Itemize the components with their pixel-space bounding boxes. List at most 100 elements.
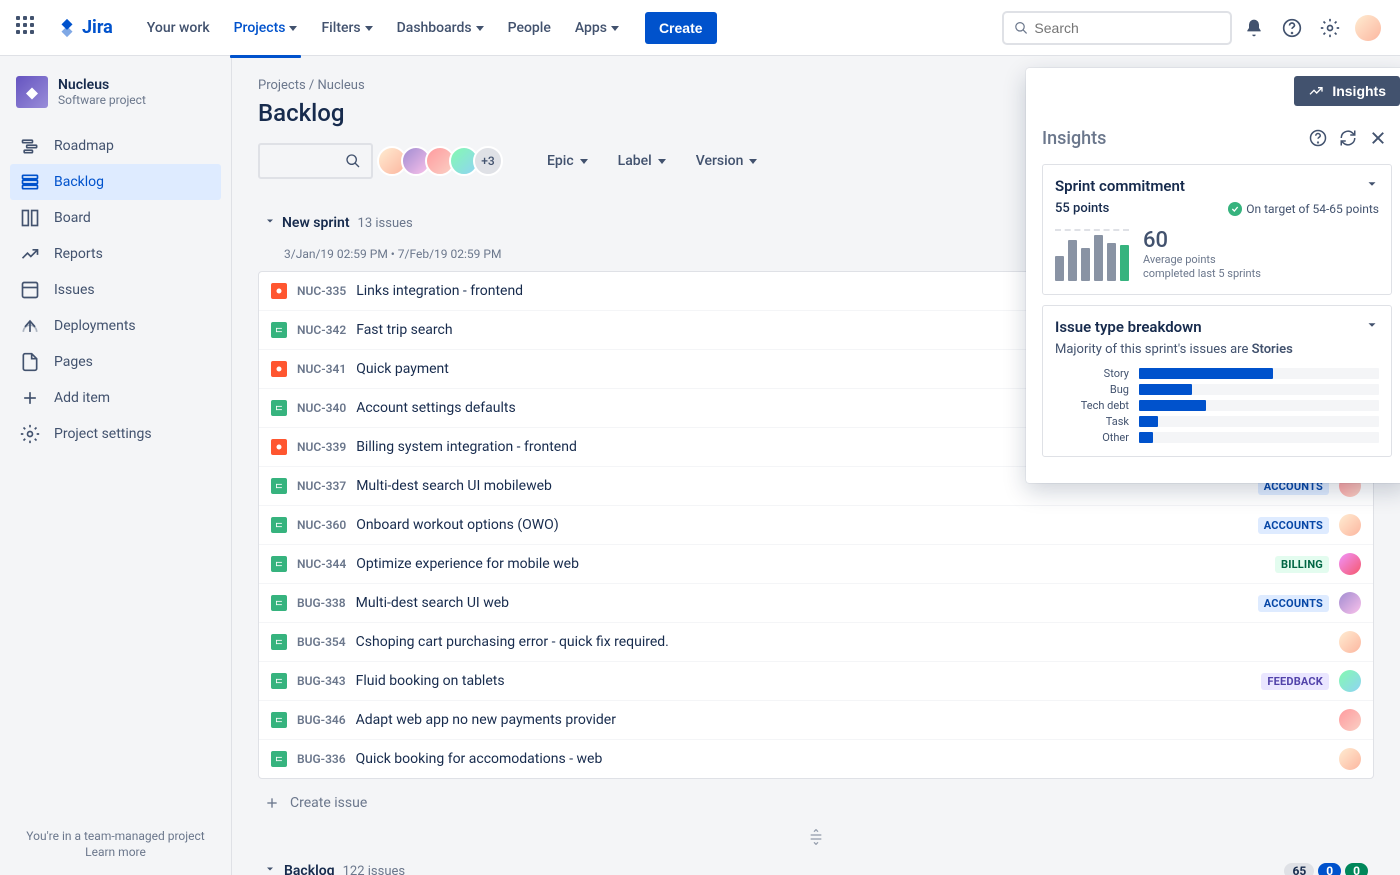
close-icon[interactable] <box>1364 124 1392 152</box>
sidebar-item-board[interactable]: Board <box>10 200 221 236</box>
nav-projects[interactable]: Projects <box>224 12 308 44</box>
issue-row[interactable]: BUG-346 Adapt web app no new payments pr… <box>259 701 1373 740</box>
points-text: 55 points <box>1055 201 1109 216</box>
issue-row[interactable]: BUG-336 Quick booking for accomodations … <box>259 740 1373 778</box>
sidebar-item-backlog[interactable]: Backlog <box>10 164 221 200</box>
help-icon[interactable] <box>1304 124 1332 152</box>
search-input[interactable] <box>1034 20 1220 36</box>
issue-row[interactable]: BUG-338 Multi-dest search UI web ACCOUNT… <box>259 584 1373 623</box>
nav-dashboards[interactable]: Dashboards <box>387 12 494 44</box>
chevron-down-icon[interactable] <box>1365 177 1379 195</box>
points-inprogress: 0 <box>1318 863 1341 875</box>
version-filter[interactable]: Version <box>686 145 768 177</box>
plus-icon <box>264 795 280 811</box>
row-label: Tech debt <box>1055 399 1129 412</box>
assignee-avatar[interactable] <box>1339 670 1361 692</box>
issue-search-input[interactable] <box>258 143 373 179</box>
backlog-name: Backlog <box>284 863 335 875</box>
story-icon <box>271 595 287 611</box>
issue-key: NUC-340 <box>297 401 346 415</box>
primary-nav: Your work Projects Filters Dashboards Pe… <box>137 12 629 44</box>
chevron-down-icon <box>289 26 297 31</box>
issue-summary: Cshoping cart purchasing error - quick f… <box>356 634 1329 650</box>
epic-filter[interactable]: Epic <box>537 145 598 177</box>
sidebar-footer: You're in a team-managed project Learn m… <box>0 813 231 875</box>
sidebar-item-add[interactable]: Add item <box>10 380 221 416</box>
points-done: 0 <box>1345 863 1368 875</box>
sidebar-item-issues[interactable]: Issues <box>10 272 221 308</box>
project-icon <box>16 76 48 108</box>
issue-key: NUC-342 <box>297 323 346 337</box>
sidebar-item-pages[interactable]: Pages <box>10 344 221 380</box>
card-title: Issue type breakdown <box>1055 318 1365 336</box>
chevron-down-icon[interactable] <box>1365 318 1379 336</box>
insights-panel: Insights Sprint commitment 55 points On … <box>1026 68 1400 483</box>
sidebar-item-roadmap[interactable]: Roadmap <box>10 128 221 164</box>
bar <box>1068 240 1077 281</box>
bug-icon <box>271 361 287 377</box>
issue-row[interactable]: NUC-344 Optimize experience for mobile w… <box>259 545 1373 584</box>
collapse-icon[interactable] <box>264 863 276 875</box>
project-header[interactable]: Nucleus Software project <box>0 76 231 128</box>
global-search[interactable] <box>1002 11 1232 45</box>
assignee-avatar[interactable] <box>1339 631 1361 653</box>
bar <box>1120 245 1129 281</box>
avg-points-label: Average pointscompleted last 5 sprints <box>1143 253 1261 282</box>
sidebar-item-settings[interactable]: Project settings <box>10 416 221 452</box>
label-filter[interactable]: Label <box>608 145 676 177</box>
profile-avatar[interactable] <box>1352 12 1384 44</box>
on-target-indicator: On target of 54-65 points <box>1228 202 1379 216</box>
points-todo: 65 <box>1284 863 1314 875</box>
nav-people[interactable]: People <box>498 12 561 44</box>
bar-track <box>1139 368 1379 379</box>
assignee-avatar[interactable] <box>1339 709 1361 731</box>
jira-logo[interactable]: Jira <box>56 17 113 39</box>
assignee-avatar[interactable] <box>1339 592 1361 614</box>
refresh-icon[interactable] <box>1334 124 1362 152</box>
assignee-avatar[interactable] <box>1339 748 1361 770</box>
project-subtitle: Software project <box>58 93 146 107</box>
insights-button[interactable]: Insights <box>1294 76 1400 106</box>
chevron-down-icon <box>749 159 757 164</box>
breakdown-row: Bug <box>1055 383 1379 396</box>
breakdown-row: Other <box>1055 431 1379 444</box>
issue-row[interactable]: NUC-360 Onboard workout options (OWO) AC… <box>259 506 1373 545</box>
sprint-name: New sprint <box>282 215 350 231</box>
bar <box>1107 243 1116 281</box>
assignee-avatar[interactable] <box>1339 553 1361 575</box>
breakdown-row: Task <box>1055 415 1379 428</box>
settings-icon[interactable] <box>1314 12 1346 44</box>
issue-row[interactable]: BUG-343 Fluid booking on tablets FEEDBAC… <box>259 662 1373 701</box>
nav-filters[interactable]: Filters <box>311 12 382 44</box>
sidebar-item-deployments[interactable]: Deployments <box>10 308 221 344</box>
search-icon <box>345 153 361 169</box>
create-button[interactable]: Create <box>645 12 717 44</box>
nav-apps[interactable]: Apps <box>565 12 629 44</box>
collapse-icon[interactable] <box>264 215 276 231</box>
issue-type-breakdown-card: Issue type breakdown Majority of this sp… <box>1042 305 1392 457</box>
row-label: Story <box>1055 367 1129 380</box>
notifications-icon[interactable] <box>1238 12 1270 44</box>
sidebar-item-reports[interactable]: Reports <box>10 236 221 272</box>
learn-more-link[interactable]: Learn more <box>16 845 215 859</box>
create-issue-button[interactable]: Create issue <box>258 785 1374 821</box>
assignee-avatar[interactable] <box>1339 514 1361 536</box>
chevron-down-icon <box>580 159 588 164</box>
assignee-filter[interactable]: +3 <box>383 146 503 176</box>
issue-row[interactable]: BUG-354 Cshoping cart purchasing error -… <box>259 623 1373 662</box>
issue-key: BUG-354 <box>297 635 346 649</box>
avatar-more[interactable]: +3 <box>473 146 503 176</box>
issue-key: NUC-335 <box>297 284 346 298</box>
nav-your-work[interactable]: Your work <box>137 12 220 44</box>
issue-label: FEEDBACK <box>1261 673 1329 690</box>
app-switcher-icon[interactable] <box>16 16 40 40</box>
help-icon[interactable] <box>1276 12 1308 44</box>
bar-fill <box>1139 432 1153 443</box>
story-icon <box>271 673 287 689</box>
row-label: Bug <box>1055 383 1129 396</box>
row-label: Other <box>1055 431 1129 444</box>
chevron-down-icon <box>611 26 619 31</box>
issue-label: BILLING <box>1275 556 1329 573</box>
divider-handle[interactable] <box>258 823 1374 851</box>
issue-key: NUC-344 <box>297 557 346 571</box>
